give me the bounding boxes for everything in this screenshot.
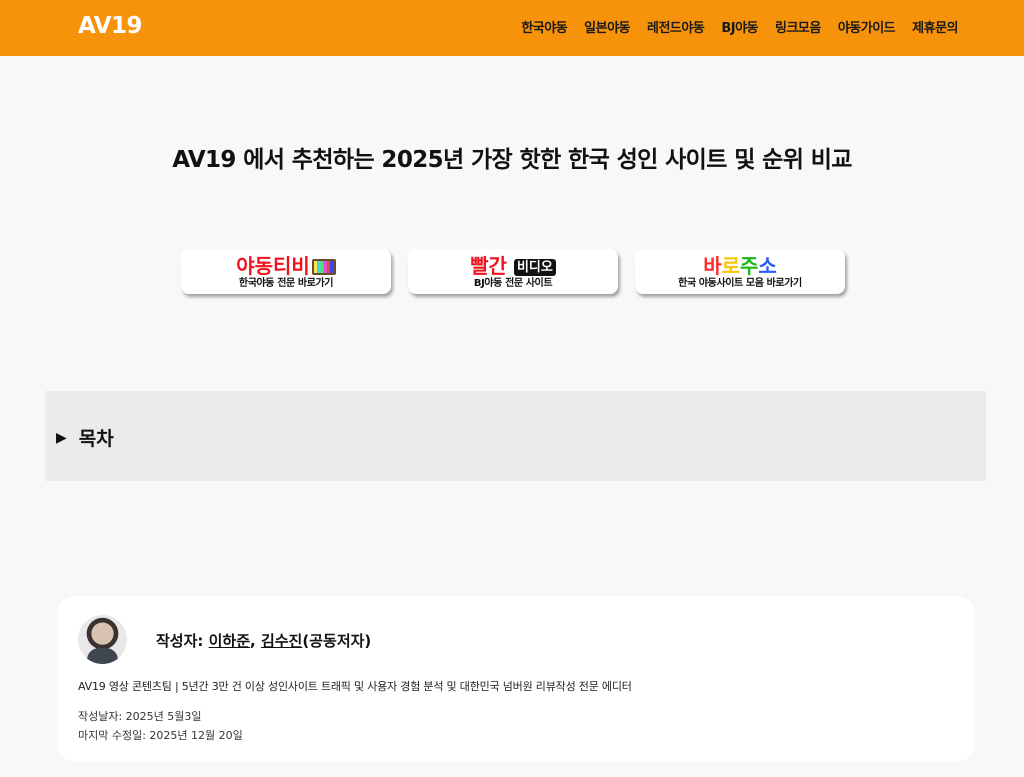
toc-label: 목차 bbox=[78, 428, 114, 450]
author-line: 작성자: 이하준, 김수진(공동저자) bbox=[156, 630, 371, 651]
written-date: 작성날자: 2025년 5월3일 bbox=[78, 710, 202, 723]
banner-fast-address[interactable]: 바로주소 한국 야동사이트 모음 바로가기 bbox=[635, 249, 845, 294]
nav-item-links[interactable]: 링크모음 bbox=[775, 17, 821, 36]
toc-toggle[interactable]: ▶ 목차 bbox=[56, 424, 114, 451]
site-logo[interactable]: AV19 bbox=[78, 13, 143, 39]
nav-item-japanese[interactable]: 일본야동 bbox=[584, 17, 630, 36]
author-card: 작성자: 이하준, 김수진(공동저자) AV19 영상 콘텐츠팀 | 5년간 3… bbox=[57, 596, 975, 762]
author-link-1[interactable]: 이하준 bbox=[209, 632, 250, 650]
site-header: AV19 한국야동 일본야동 레전드야동 BJ야동 링크모음 야동가이드 제휴문… bbox=[0, 0, 1024, 56]
nav-item-korean[interactable]: 한국야동 bbox=[521, 17, 567, 36]
nav-item-bj[interactable]: BJ야동 bbox=[721, 17, 758, 36]
table-of-contents: ▶ 목차 bbox=[45, 391, 986, 481]
page-title: AV19 에서 추천하는 2025년 가장 핫한 한국 성인 사이트 및 순위 … bbox=[172, 147, 852, 173]
banner-brand: 빨간 비디오 bbox=[408, 254, 618, 278]
tv-icon bbox=[311, 259, 336, 275]
banner-brand: 바로주소 bbox=[703, 254, 777, 278]
banner-yadong-tv[interactable]: 야동티비 한국야동 전문 바로가기 bbox=[181, 249, 391, 294]
banner-red-video[interactable]: 빨간 비디오 BJ야동 전문 사이트 bbox=[408, 249, 618, 294]
banner-subtitle: BJ야동 전문 사이트 bbox=[473, 278, 553, 289]
author-link-2[interactable]: 김수진 bbox=[261, 632, 302, 650]
nav-item-partnership[interactable]: 제휴문의 bbox=[912, 17, 958, 36]
author-description: AV19 영상 콘텐츠팀 | 5년간 3만 건 이상 성인사이트 트래픽 및 사… bbox=[78, 680, 632, 693]
nav-item-guide[interactable]: 야동가이드 bbox=[838, 17, 896, 36]
main-nav: 한국야동 일본야동 레전드야동 BJ야동 링크모음 야동가이드 제휴문의 bbox=[521, 17, 958, 36]
nav-item-legend[interactable]: 레전드야동 bbox=[647, 17, 705, 36]
author-prefix: 작성자: bbox=[156, 632, 209, 650]
author-suffix: (공동저자) bbox=[302, 632, 372, 650]
author-separator: , bbox=[250, 632, 261, 650]
banner-subtitle: 한국 야동사이트 모음 바로가기 bbox=[678, 278, 802, 289]
triangle-right-icon: ▶ bbox=[56, 429, 67, 446]
banner-subtitle: 한국야동 전문 바로가기 bbox=[238, 278, 334, 289]
banner-brand: 야동티비 bbox=[181, 254, 391, 278]
modified-date: 마지막 수정일: 2025년 12월 20일 bbox=[78, 729, 243, 742]
avatar bbox=[78, 615, 127, 664]
